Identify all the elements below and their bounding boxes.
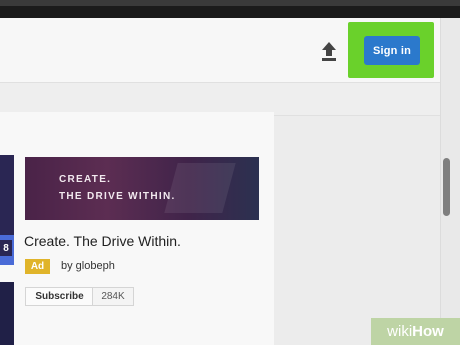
channel-byline[interactable]: by globeph (61, 260, 115, 272)
ad-thumbnail[interactable]: CREATE. THE DRIVE WITHIN. (25, 157, 259, 220)
subscriber-count: 284K (92, 287, 134, 306)
video-title[interactable]: Create. The Drive Within. (24, 233, 181, 249)
upload-icon[interactable] (315, 38, 343, 66)
browser-top-strip (0, 0, 460, 18)
scrollbar-thumb[interactable] (443, 158, 450, 216)
thumbnail-line-1: CREATE. (59, 174, 112, 185)
top-strip-highlight (0, 0, 460, 6)
watermark-how: How (412, 323, 444, 340)
thumbnail-line-2: THE DRIVE WITHIN. (59, 191, 176, 202)
sign-in-button[interactable]: Sign in (364, 36, 420, 65)
thumbnail-decor (164, 163, 236, 213)
subscribe-button[interactable]: Subscribe (25, 287, 93, 306)
ad-badge: Ad (25, 259, 50, 274)
content-card (0, 112, 274, 345)
subheader-bar (0, 82, 440, 116)
left-thumbnail-bottom[interactable] (0, 282, 14, 345)
watermark-wiki: wiki (387, 323, 413, 340)
left-thumbnail-label: 8 (0, 240, 12, 256)
watermark: wiki How (371, 318, 460, 345)
